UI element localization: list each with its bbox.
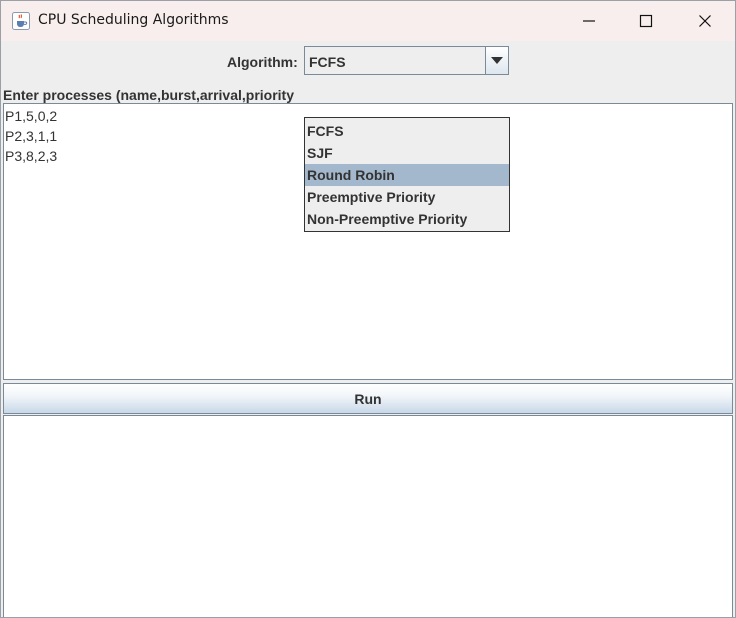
close-icon	[699, 15, 711, 27]
minimize-icon	[583, 20, 595, 22]
title-bar[interactable]: CPU Scheduling Algorithms	[1, 1, 735, 41]
dropdown-item-non-preemptive-priority[interactable]: Non-Preemptive Priority	[305, 208, 509, 230]
app-window: CPU Scheduling Algorithms Algorithm: FCF…	[0, 0, 736, 618]
dropdown-item-fcfs[interactable]: FCFS	[305, 120, 509, 142]
input-line: P2,3,1,1	[5, 128, 58, 144]
dropdown-item-preemptive-priority[interactable]: Preemptive Priority	[305, 186, 509, 208]
chevron-down-icon	[491, 56, 503, 64]
processes-label: Enter processes (name,burst,arrival,prio…	[3, 87, 294, 103]
minimize-button[interactable]	[561, 1, 617, 41]
algorithm-selected-value: FCFS	[309, 54, 346, 70]
algorithm-dropdown-list[interactable]: FCFS SJF Round Robin Preemptive Priority…	[304, 117, 510, 232]
input-line: P1,5,0,2	[5, 108, 58, 124]
maximize-icon	[639, 14, 653, 28]
maximize-button[interactable]	[618, 1, 674, 41]
algorithm-label: Algorithm:	[227, 54, 298, 70]
dropdown-item-sjf[interactable]: SJF	[305, 142, 509, 164]
algorithm-combo[interactable]: FCFS	[304, 46, 509, 75]
input-line: P3,8,2,3	[5, 148, 58, 164]
dropdown-item-round-robin[interactable]: Round Robin	[305, 164, 509, 186]
combo-arrow-button[interactable]	[485, 47, 508, 74]
output-area[interactable]	[3, 415, 733, 617]
window-title: CPU Scheduling Algorithms	[38, 12, 229, 28]
content-panel: Algorithm: FCFS Enter processes (name,bu…	[1, 41, 735, 617]
java-cup-icon	[12, 12, 30, 30]
close-button[interactable]	[677, 1, 733, 41]
run-button[interactable]: Run	[3, 383, 733, 414]
